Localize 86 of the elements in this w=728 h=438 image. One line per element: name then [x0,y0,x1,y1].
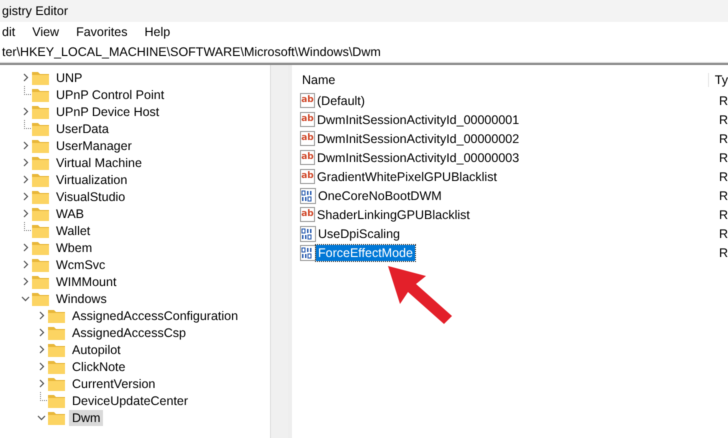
folder-icon [32,224,49,238]
address-path[interactable]: ter\HKEY_LOCAL_MACHINE\SOFTWARE\Microsoft\Windows\Dwm [2,45,381,59]
value-name[interactable]: UseDpiScaling [316,226,402,242]
tree-item[interactable]: DeviceUpdateCenter [69,392,192,408]
folder-icon [48,326,65,340]
folder-icon [48,360,65,374]
value-name[interactable]: DwmInitSessionActivityId_00000003 [315,150,522,166]
folder-icon [32,292,49,306]
tree-item[interactable]: UPnP Device Host [53,104,162,120]
scrollbar[interactable] [270,65,288,438]
tree-item[interactable]: CurrentVersion [69,376,158,392]
value-type: R [718,188,728,202]
menu-item[interactable]: View [32,25,68,39]
chevron-right-icon[interactable] [20,73,30,82]
folder-icon [48,376,65,390]
tree-item[interactable]: Wallet [53,222,94,238]
tree-item[interactable]: Dwm [69,410,104,426]
chevron-down-icon[interactable] [36,413,46,422]
value-name[interactable]: OneCoreNoBootDWM [316,188,444,204]
folder-icon [32,70,49,84]
tree-item[interactable]: UserManager [53,138,135,154]
binary-value-icon [300,188,316,204]
tree-item[interactable]: WIMMount [53,274,120,290]
column-header[interactable]: Name [292,73,709,87]
tree-item[interactable]: WAB [53,206,88,222]
column-header[interactable]: Ty [708,73,728,87]
menu-item[interactable]: dit [2,25,24,39]
value-type: R [718,226,728,240]
tree-item[interactable]: Virtualization [53,172,130,188]
folder-icon [32,190,49,204]
chevron-down-icon[interactable] [20,294,30,303]
binary-value-icon [300,244,316,260]
value-type: R [718,246,728,260]
tree-item[interactable]: ClickNote [69,358,128,374]
folder-icon [32,240,49,254]
folder-icon [32,88,49,102]
tree-item[interactable]: AssignedAccessConfiguration [69,308,242,324]
tree-item[interactable]: Windows [53,290,110,306]
tree-item[interactable]: Wbem [53,240,96,256]
tree-item[interactable]: UPnP Control Point [53,86,168,102]
folder-icon [48,410,65,424]
chevron-right-icon[interactable] [20,107,30,116]
value-type: R [718,170,728,184]
value-type: R [718,112,728,126]
tree-item[interactable]: VisualStudio [53,188,128,204]
tree-item[interactable]: Virtual Machine [53,154,145,170]
window-title: gistry Editor [2,4,68,18]
tree-connector-line [24,120,32,129]
value-type: R [718,150,728,164]
folder-icon [32,104,49,118]
folder-icon [48,394,65,408]
folder-icon [32,156,49,170]
tree-connector-line [40,392,48,401]
value-name[interactable]: DwmInitSessionActivityId_00000002 [315,130,522,146]
string-value-icon: ab [300,169,315,184]
folder-icon [48,308,65,322]
value-name[interactable]: DwmInitSessionActivityId_00000001 [315,112,522,128]
tree-item[interactable]: UNP [53,70,86,86]
folder-icon [32,122,49,136]
folder-icon [32,274,49,288]
string-value-icon: ab [300,207,315,222]
tree-item[interactable]: Autopilot [69,342,124,358]
menu-item[interactable]: Favorites [76,25,136,39]
binary-value-icon [300,226,316,242]
folder-icon [32,206,49,220]
value-name[interactable]: ForceEffectMode [316,244,415,260]
value-name[interactable]: ShaderLinkingGPUBlacklist [315,206,472,222]
string-value-icon: ab [300,112,315,127]
value-type: R [718,94,728,108]
value-type: R [718,132,728,146]
tree-connector-line [24,86,32,95]
tree-connector-line [24,222,32,231]
string-value-icon: ab [300,131,315,146]
menu-item[interactable]: Help [144,25,180,39]
value-type: R [718,208,728,222]
tree-item[interactable]: WcmSvc [53,256,108,272]
tree-item[interactable]: AssignedAccessCsp [69,324,189,340]
tree-item[interactable]: UserData [53,120,112,136]
value-name[interactable]: GradientWhitePixelGPUBlacklist [315,168,499,184]
folder-icon [32,172,49,186]
folder-icon [48,342,65,356]
folder-icon [32,138,49,152]
folder-icon [32,258,49,272]
string-value-icon: ab [300,150,315,165]
value-name[interactable]: (Default) [315,92,367,108]
string-value-icon: ab [300,93,315,108]
